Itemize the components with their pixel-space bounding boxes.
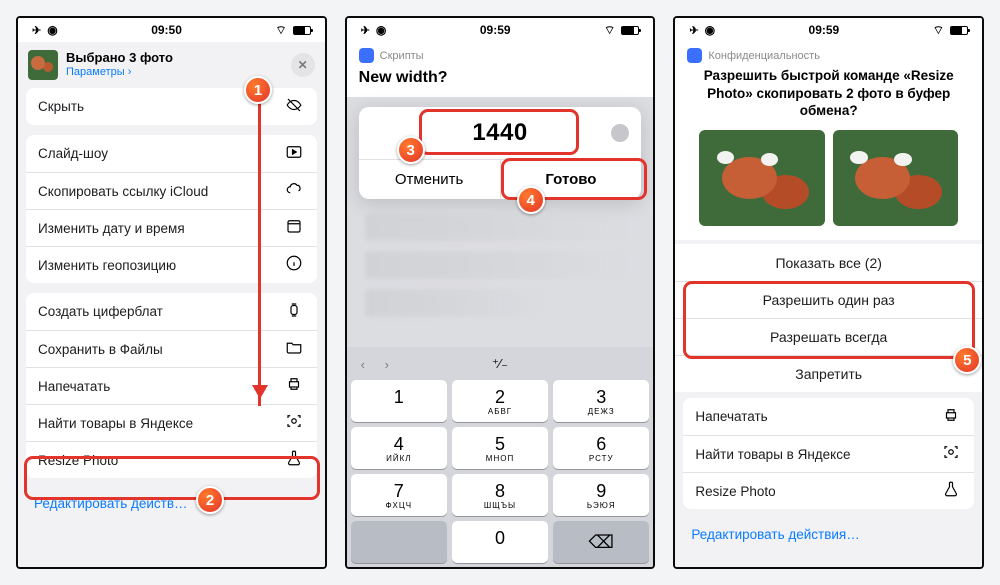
key-3[interactable]: 3ДЕЖЗ xyxy=(553,380,649,422)
key-5[interactable]: 5МНОП xyxy=(452,427,548,469)
watch-icon xyxy=(283,301,305,323)
numeric-keypad: ‹ › ⁺∕₋ 1 2АБВГ 3ДЕЖЗ 4ИЙКЛ 5МНОП 6РСТУ 7Ф… xyxy=(347,347,654,567)
scan-icon xyxy=(940,443,962,465)
app-tag: Скрипты xyxy=(359,48,642,63)
action-slideshow[interactable]: Слайд-шоу xyxy=(26,135,317,172)
preview-1 xyxy=(699,130,824,226)
key-9[interactable]: 9ЬЭЮЯ xyxy=(553,474,649,516)
action-date[interactable]: Изменить дату и время xyxy=(26,209,317,246)
bt-icon: ⌔ xyxy=(933,23,944,38)
selection-thumb xyxy=(28,50,58,80)
battery-icon xyxy=(293,26,311,35)
close-button[interactable]: ✕ xyxy=(291,53,315,77)
key-0[interactable]: 0 xyxy=(452,521,548,563)
key-blank xyxy=(351,521,447,563)
airplane-icon: ✈ xyxy=(361,24,370,37)
action-save-files[interactable]: Сохранить в Файлы xyxy=(26,330,317,367)
bg-action-yandex[interactable]: Найти товары в Яндексе xyxy=(683,435,974,472)
privacy-title: Разрешить быстрой команде «Resize Photo»… xyxy=(687,63,970,120)
scan-icon xyxy=(283,412,305,434)
preview-2 xyxy=(833,130,958,226)
airplane-icon: ✈ xyxy=(689,24,698,37)
action-geo[interactable]: Изменить геопозицию xyxy=(26,246,317,283)
sheet-title: Выбрано 3 фото xyxy=(66,51,283,66)
action-hide[interactable]: Скрыть xyxy=(26,88,317,125)
phone-share-sheet: ✈◉ 09:50 ⌔ Выбрано 3 фото Параметры › ✕ … xyxy=(16,16,327,569)
scripts-app-icon xyxy=(359,48,374,63)
deny-button[interactable]: Запретить xyxy=(675,355,982,392)
printer-icon xyxy=(283,375,305,397)
bg-action-resize[interactable]: Resize Photo xyxy=(683,472,974,509)
annotation-arrow xyxy=(258,90,261,406)
wifi-icon: ◉ xyxy=(705,23,715,37)
bt-icon: ⌔ xyxy=(275,23,286,38)
flask-icon xyxy=(283,449,305,471)
status-bar: ✈ ◉ 09:50 ⌔ xyxy=(18,18,325,42)
privacy-app-icon xyxy=(687,48,702,63)
airplane-icon: ✈ xyxy=(32,24,41,37)
key-7[interactable]: 7ФХЦЧ xyxy=(351,474,447,516)
app-tag: Конфиденциальность xyxy=(687,48,970,63)
key-1[interactable]: 1 xyxy=(351,380,447,422)
printer-icon xyxy=(940,406,962,428)
flask-icon xyxy=(940,480,962,502)
blurred-background xyxy=(347,209,654,325)
wifi-icon: ◉ xyxy=(376,23,386,37)
key-backspace[interactable]: ⌫ xyxy=(553,521,649,563)
allow-once-button[interactable]: Разрешить один раз xyxy=(675,281,982,318)
status-bar: ✈ ◉ 09:59 ⌔ xyxy=(675,18,982,42)
phone-privacy-prompt: ✈ ◉ 09:59 ⌔ Конфиденциальность Разрешить … xyxy=(673,16,984,569)
badge-1: 1 xyxy=(244,76,272,104)
prompt-question: New width? xyxy=(359,63,642,97)
chevron-right-icon[interactable]: › xyxy=(385,357,389,372)
clear-icon[interactable] xyxy=(611,124,629,142)
key-2[interactable]: 2АБВГ xyxy=(452,380,548,422)
sheet-header: Выбрано 3 фото Параметры › ✕ xyxy=(18,42,325,88)
status-time: 09:59 xyxy=(809,23,840,37)
key-6[interactable]: 6РСТУ xyxy=(553,427,649,469)
status-time: 09:50 xyxy=(151,23,182,37)
action-resize-photo[interactable]: Resize Photo xyxy=(26,441,317,478)
key-4[interactable]: 4ИЙКЛ xyxy=(351,427,447,469)
badge-3: 3 xyxy=(397,136,425,164)
status-time: 09:59 xyxy=(480,23,511,37)
key-8[interactable]: 8ШЩЪЫ xyxy=(452,474,548,516)
cloud-link-icon xyxy=(283,180,305,202)
folder-icon xyxy=(283,338,305,360)
calendar-icon xyxy=(283,217,305,239)
chevron-left-icon[interactable]: ‹ xyxy=(361,357,365,372)
badge-2: 2 xyxy=(196,486,224,514)
battery-icon xyxy=(621,26,639,35)
play-rect-icon xyxy=(283,143,305,165)
status-bar: ✈ ◉ 09:59 ⌔ xyxy=(347,18,654,42)
wifi-icon: ◉ xyxy=(47,23,57,37)
edit-actions-link[interactable]: Редактировать действия… xyxy=(675,517,982,552)
sign-toggle[interactable]: ⁺∕₋ xyxy=(492,356,508,372)
phone-input-prompt: ✈◉ 09:59 ⌔ Скрипты New width? 1440 Отмен… xyxy=(345,16,656,569)
badge-4: 4 xyxy=(517,186,545,214)
info-icon xyxy=(283,254,305,276)
action-yandex[interactable]: Найти товары в Яндексе xyxy=(26,404,317,441)
allow-always-button[interactable]: Разрешать всегда xyxy=(675,318,982,355)
action-print[interactable]: Напечатать xyxy=(26,367,317,404)
edit-actions-link[interactable]: Редактировать действ… xyxy=(18,486,325,521)
eye-slash-icon xyxy=(283,96,305,118)
bg-action-print[interactable]: Напечатать xyxy=(683,398,974,435)
photo-previews xyxy=(687,120,970,230)
bt-icon: ⌔ xyxy=(604,23,615,38)
show-all-link[interactable]: Показать все (2) xyxy=(675,244,982,281)
action-watchface[interactable]: Создать циферблат xyxy=(26,293,317,330)
battery-icon xyxy=(950,26,968,35)
action-icloud-link[interactable]: Скопировать ссылку iCloud xyxy=(26,172,317,209)
cancel-button[interactable]: Отменить xyxy=(359,160,500,199)
